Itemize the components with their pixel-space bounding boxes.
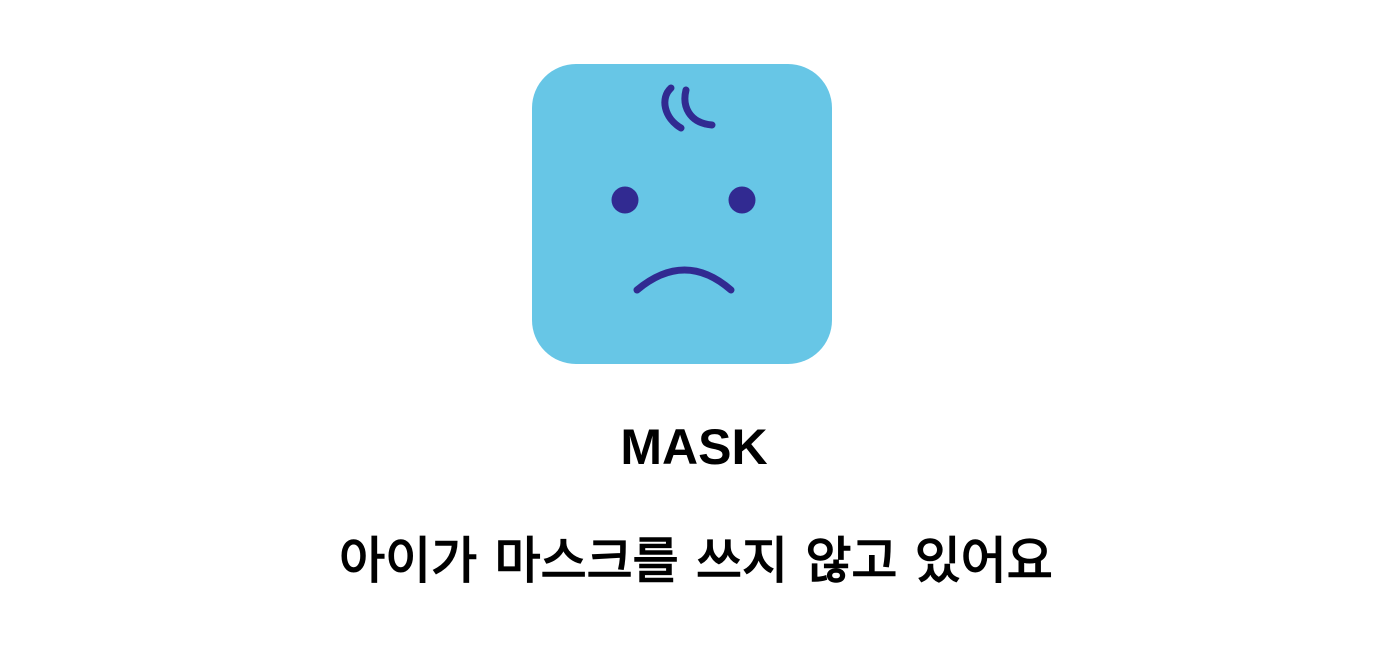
sad-face-icon — [532, 64, 832, 364]
right-eye — [728, 186, 756, 214]
status-message: 아이가 마스크를 쓰지 않고 있어요 — [339, 532, 1053, 590]
left-eye — [611, 186, 639, 214]
status-title: MASK — [620, 419, 768, 475]
face-background — [532, 64, 832, 364]
